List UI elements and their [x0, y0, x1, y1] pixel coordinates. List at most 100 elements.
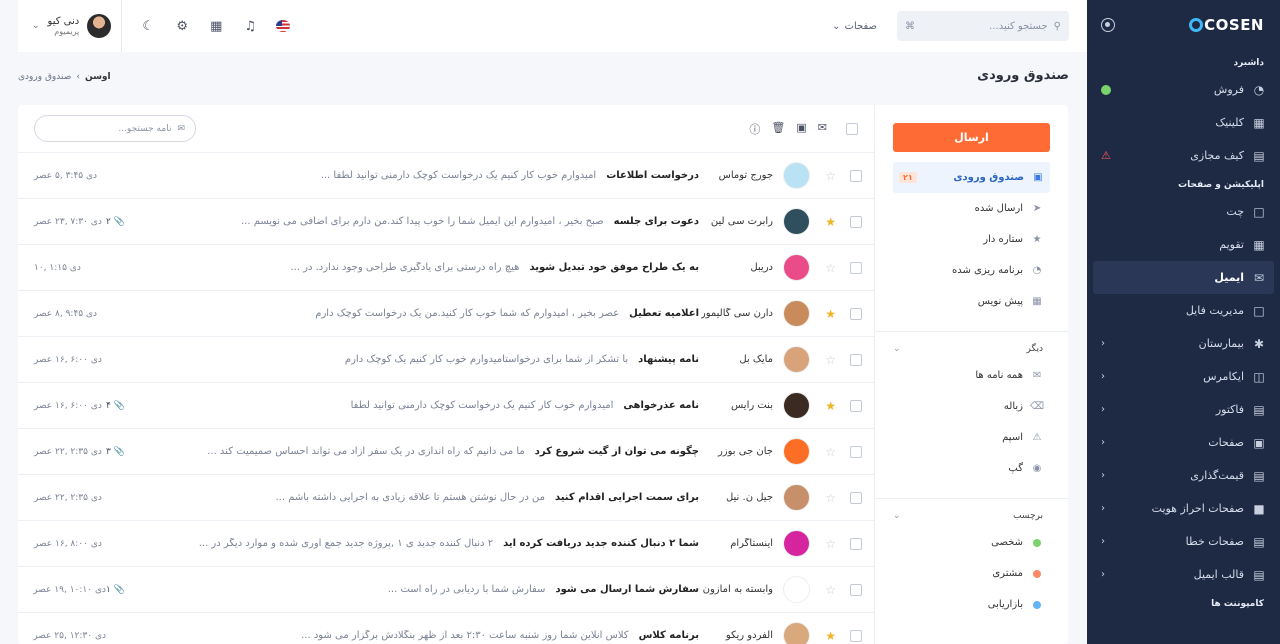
star-icon[interactable]: ☆ — [822, 169, 836, 183]
other-folder-item[interactable]: ◉ گپ — [875, 453, 1068, 484]
search-input[interactable]: جستجو کنید... — [989, 21, 1048, 32]
mail-row[interactable]: ★ بنت رایس نامه عذرخواهی امیدوارم خوب کا… — [18, 383, 874, 429]
sidebar-item[interactable]: ▣ صفحات ‹ — [1087, 426, 1280, 459]
other-folder-item[interactable]: ⚠ اسپم — [875, 422, 1068, 453]
pages-dropdown[interactable]: صفحات ⌄ — [832, 21, 877, 32]
mail-folder-item[interactable]: ◔ برنامه ریزی شده — [875, 255, 1068, 286]
label-color-dot-icon — [1031, 568, 1043, 580]
mail-label-item[interactable]: بازاریابی — [875, 589, 1068, 620]
other-section-header[interactable]: دیگر ⌄ — [875, 344, 1068, 354]
mail-folder-item[interactable]: ▦ پیش نویس — [875, 286, 1068, 317]
sidebar-item[interactable]: ▤ صفحات خطا ‹ — [1087, 525, 1280, 558]
sidebar-item[interactable]: ▦ کلینیک — [1087, 106, 1280, 139]
sidebar-item[interactable]: ✉ ایمیل — [1093, 261, 1274, 294]
sidebar-item[interactable]: ▦ تقویم — [1087, 228, 1280, 261]
sidebar-toggle-icon[interactable] — [1101, 18, 1115, 32]
row-checkbox[interactable] — [850, 445, 862, 458]
row-checkbox[interactable] — [850, 215, 862, 228]
folder-label: صندوق ورودی — [953, 172, 1024, 183]
row-checkbox[interactable] — [850, 537, 862, 550]
mail-folder-item[interactable]: ▣ صندوق ورودی ۲۱ — [893, 162, 1050, 193]
sidebar-item[interactable]: ▤ کیف مجازی ⚠ — [1087, 139, 1280, 172]
row-checkbox[interactable] — [850, 261, 862, 274]
mail-open-icon[interactable]: ✉ — [818, 121, 827, 137]
sidebar-item[interactable]: ◫ ایکامرس ‹ — [1087, 360, 1280, 393]
folder-label: ستاره دار — [983, 234, 1023, 245]
row-checkbox[interactable] — [850, 353, 862, 366]
gear-icon[interactable]: ⚙ — [174, 19, 190, 34]
mail-subject: سفارش شما ارسال می شود — [555, 584, 699, 595]
sidebar-item[interactable]: ▤ قیمت‌گذاری ‹ — [1087, 459, 1280, 492]
row-checkbox[interactable] — [850, 491, 862, 504]
select-all-checkbox[interactable] — [846, 122, 858, 135]
star-icon[interactable]: ☆ — [822, 261, 836, 275]
logo[interactable]: COSEN — [1189, 16, 1264, 34]
archive-icon[interactable]: ▣ — [796, 121, 806, 137]
other-folder-item[interactable]: ✉ همه نامه ها — [875, 360, 1068, 391]
mail-row[interactable]: ☆ جورج توماس درخواست اطلاعات امیدوارم خو… — [18, 153, 874, 199]
row-checkbox[interactable] — [850, 307, 862, 320]
breadcrumb-home[interactable]: اوسن — [85, 72, 111, 82]
chevron-left-icon: ‹ — [1101, 569, 1105, 580]
header-actions: دنی کیو پریمیوم ⌄ ☾ ⚙ ▦ ♫ — [18, 0, 304, 52]
star-icon[interactable]: ☆ — [822, 491, 836, 505]
mail-row[interactable]: ★ آلفردو ریکو برنامه کلاس کلاس آنلاین شم… — [18, 613, 874, 644]
star-icon[interactable]: ☆ — [822, 353, 836, 367]
mail-folder-item[interactable]: ★ ستاره دار — [875, 224, 1068, 255]
star-icon[interactable]: ★ — [822, 307, 836, 321]
star-icon[interactable]: ★ — [822, 629, 836, 643]
apps-icon[interactable]: ▦ — [208, 19, 224, 34]
mail-subject: برای سمت اجرایی اقدام کنید — [554, 492, 699, 503]
sidebar-item[interactable]: ✱ بیمارستان ‹ — [1087, 327, 1280, 360]
mail-search-input[interactable]: نامه جستجو... — [118, 124, 171, 134]
row-checkbox[interactable] — [850, 629, 862, 642]
star-icon[interactable]: ★ — [822, 399, 836, 413]
mail-row[interactable]: ☆ جیل ن. نیل برای سمت اجرایی اقدام کنید … — [18, 475, 874, 521]
mail-row[interactable]: ☆ دریبل به یک طراح موفق خود تبدیل شوید ه… — [18, 245, 874, 291]
moon-icon[interactable]: ☾ — [140, 19, 156, 34]
mail-subject: به یک طراح موفق خود تبدیل شوید — [529, 262, 699, 273]
mail-search[interactable]: ✉ نامه جستجو... — [34, 115, 196, 142]
row-checkbox[interactable] — [850, 169, 862, 182]
mail-date: دی ۶:۰۰ ,۱۶ عصر — [34, 354, 102, 365]
warning-icon: ⚠ — [1101, 149, 1111, 162]
mail-row[interactable]: ☆ جان جی بوزر چگونه می توان از گیت شروع … — [18, 429, 874, 475]
mail-label-item[interactable]: مشتری — [875, 558, 1068, 589]
mail-labels: شخصی مشتری بازاریابی — [875, 527, 1068, 620]
attachment-count-value: ۲ — [106, 216, 111, 227]
chevron-down-icon: ⌄ — [893, 344, 901, 354]
inbox-icon: ▣ — [1033, 172, 1043, 183]
mail-row[interactable]: ★ دارن سی گالیمور اعلامیه تعطیل عصر بخیر… — [18, 291, 874, 337]
mail-row[interactable]: ☆ وابسته به آمازون سفارش شما ارسال می شو… — [18, 567, 874, 613]
sidebar-item[interactable]: ■ صفحات احراز هویت ‹ — [1087, 492, 1280, 525]
sidebar-item[interactable]: □ چت — [1087, 195, 1280, 228]
row-checkbox[interactable] — [850, 399, 862, 412]
us-flag-icon[interactable] — [276, 20, 291, 32]
sidebar-item[interactable]: ▤ فاکتور ‹ — [1087, 393, 1280, 426]
attachment-count-value: ۱ — [106, 584, 111, 595]
sidebar-item[interactable]: ◔ فروش — [1087, 73, 1280, 106]
star-icon[interactable]: ☆ — [822, 445, 836, 459]
sidebar-item[interactable]: □ مدیریت فایل — [1087, 294, 1280, 327]
user-menu[interactable]: دنی کیو پریمیوم ⌄ — [18, 0, 123, 52]
trash-icon[interactable]: 🗑 — [771, 121, 785, 137]
bell-icon[interactable]: ♫ — [242, 19, 258, 34]
mail-row[interactable]: ☆ اینستاگرام شما ۲ دنبال کننده جدید دریا… — [18, 521, 874, 567]
user-role: پریمیوم — [54, 27, 80, 36]
star-icon[interactable]: ★ — [822, 215, 836, 229]
global-search[interactable]: ⚲ جستجو کنید... ⌘ — [897, 11, 1069, 41]
mail-row[interactable]: ★ رابرت سی لین دعوت برای جلسه صبح بخیر ،… — [18, 199, 874, 245]
info-icon[interactable]: ⓘ — [749, 121, 760, 137]
pages-dropdown-label: صفحات — [844, 20, 877, 32]
mail-folder-item[interactable]: ➤ ارسال شده — [875, 193, 1068, 224]
mail-row[interactable]: ☆ مایک بل نامه پیشنهاد با تشکر از شما بر… — [18, 337, 874, 383]
star-icon[interactable]: ☆ — [822, 583, 836, 597]
mail-label-item[interactable]: شخصی — [875, 527, 1068, 558]
sidebar-item[interactable]: ▤ قالب ایمیل ‹ — [1087, 558, 1280, 591]
labels-section-header[interactable]: برچسب ⌄ — [875, 511, 1068, 521]
chat-bubble-icon: ◉ — [1032, 463, 1042, 474]
send-button[interactable]: ارسال — [893, 123, 1050, 152]
row-checkbox[interactable] — [850, 583, 862, 596]
other-folder-item[interactable]: ⌫ زباله — [875, 391, 1068, 422]
star-icon[interactable]: ☆ — [822, 537, 836, 551]
